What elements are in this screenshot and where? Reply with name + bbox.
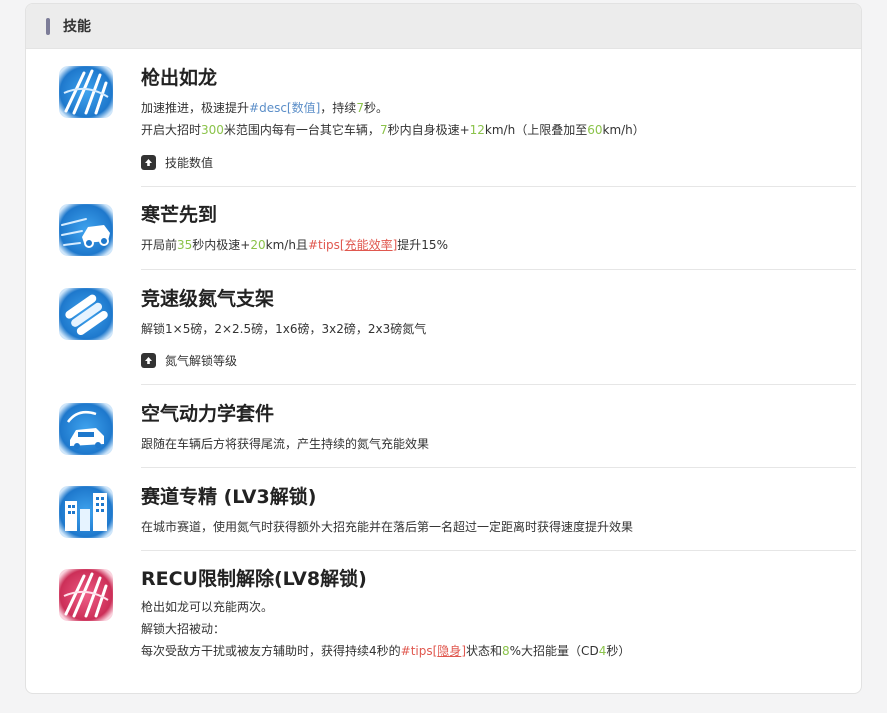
- skill-description: 开局前35秒内极速+20km/h且#tips[充能效率]提升15%: [141, 238, 448, 252]
- divider: [141, 467, 856, 468]
- skill-description: 枪出如龙可以充能两次。: [141, 600, 274, 614]
- divider: [141, 384, 856, 385]
- skill-description: 解锁1×5磅，2×2.5磅，1x6磅，3x2磅，2x3磅氮气: [141, 322, 427, 336]
- skill-description: 跟随在车辆后方将获得尾流，产生持续的氮气充能效果: [141, 437, 430, 451]
- skill-action-label: 氮气解锁等级: [165, 353, 238, 368]
- pink-speed-icon: [56, 566, 116, 624]
- fast-car-icon: [56, 201, 116, 259]
- nitro-tanks-icon: [56, 285, 116, 343]
- speed-lines-icon: [56, 63, 116, 121]
- skill-title: 枪出如龙: [141, 67, 218, 89]
- skill-title: RECU限制解除(LV8解锁): [141, 568, 367, 590]
- divider: [141, 269, 856, 270]
- skill-title: 赛道专精 (LV3解锁): [141, 486, 317, 508]
- header-accent-bar: [46, 17, 50, 35]
- skill-title: 空气动力学套件: [141, 403, 275, 425]
- panel-header: 技能: [26, 4, 861, 49]
- arrow-up-icon: [141, 352, 156, 368]
- desc-value-link[interactable]: #desc[数值]: [249, 101, 320, 115]
- aero-car-icon: [56, 400, 116, 458]
- skill-description: 每次受敌方干扰或被友方辅助时，获得持续4秒的#tips[隐身]状态和8%大招能量…: [141, 644, 631, 658]
- nitro-unlock-level-toggle[interactable]: 氮气解锁等级: [141, 351, 858, 369]
- divider: [141, 550, 856, 551]
- skill-description: 开启大招时300米范围内每有一台其它车辆，7秒内自身极速+12km/h（上限叠加…: [141, 123, 645, 137]
- skill-title: 寒芒先到: [141, 204, 218, 226]
- stealth-tip-link[interactable]: 隐身: [437, 644, 461, 658]
- skill-description: 解锁大招被动：: [141, 622, 226, 636]
- charge-efficiency-tip-link[interactable]: 充能效率: [345, 238, 393, 252]
- skill-title: 竞速级氮气支架: [141, 288, 275, 310]
- divider: [141, 186, 856, 187]
- arrow-up-icon: [141, 154, 156, 170]
- skill-description: 加速推进，极速提升#desc[数值]，持续7秒。: [141, 101, 388, 115]
- skill-action-label: 技能数值: [165, 155, 214, 170]
- skill-values-toggle[interactable]: 技能数值: [141, 153, 858, 171]
- skill-description: 在城市赛道，使用氮气时获得额外大招充能并在落后第一名超过一定距离时获得速度提升效…: [141, 520, 634, 534]
- skills-panel: 技能 枪出如龙 加速推进，极速提升#desc[数值]，持续7秒。 开启大招时30…: [25, 3, 862, 694]
- panel-title: 技能: [63, 19, 91, 35]
- city-buildings-icon: [56, 483, 116, 541]
